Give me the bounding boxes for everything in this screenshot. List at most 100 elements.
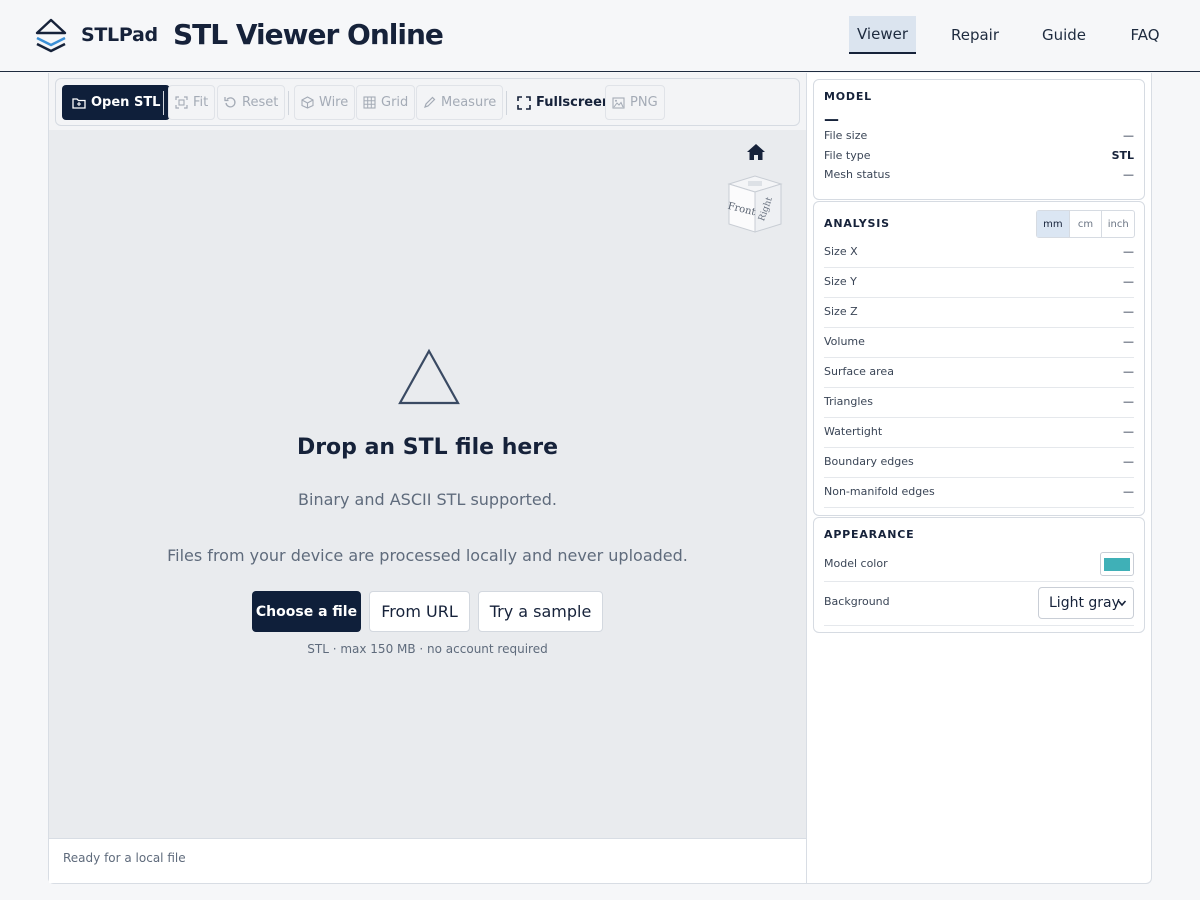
fit-button[interactable]: Fit [168, 85, 216, 120]
analysis-row: Non-manifold edges — [824, 485, 1134, 498]
try-sample-button[interactable]: Try a sample [478, 591, 603, 632]
background-select[interactable]: Light gray [1038, 587, 1134, 619]
drop-subtitle: Binary and ASCII STL supported. [298, 490, 557, 509]
page-title: STL Viewer Online [173, 18, 444, 51]
fullscreen-button[interactable]: Fullscreen [511, 85, 618, 120]
status-text: Ready for a local file [63, 851, 186, 865]
analysis-row-value: — [1123, 425, 1134, 438]
toolbar-divider [288, 91, 289, 115]
open-stl-button[interactable]: Open STL [62, 85, 171, 120]
open-stl-label: Open STL [91, 95, 161, 110]
file-type-label: File type [824, 149, 871, 162]
fullscreen-icon [517, 95, 531, 110]
analysis-row-value: — [1123, 305, 1134, 318]
toolbar-container: Open STL Fit Reset Wire Grid Measure Ful… [49, 73, 806, 130]
appearance-panel-title: APPEARANCE [824, 528, 915, 541]
model-color-picker[interactable] [1100, 552, 1134, 576]
analysis-row-value: — [1123, 335, 1134, 348]
mesh-status-label: Mesh status [824, 168, 891, 181]
analysis-panel-title: ANALYSIS [824, 217, 890, 230]
unit-cm-button[interactable]: cm [1070, 211, 1103, 237]
wire-button[interactable]: Wire [294, 85, 356, 120]
analysis-row-value: — [1123, 245, 1134, 258]
row-divider [824, 267, 1134, 268]
view-cube[interactable]: Front Right [724, 174, 786, 236]
analysis-row: Boundary edges — [824, 455, 1134, 468]
nav-faq[interactable]: FAQ [1120, 16, 1170, 54]
unit-inch-button[interactable]: inch [1102, 211, 1134, 237]
wire-label: Wire [319, 95, 349, 110]
privacy-note: Files from your device are processed loc… [167, 546, 688, 565]
analysis-row-value: — [1123, 365, 1134, 378]
analysis-row-label: Surface area [824, 365, 894, 378]
folder-icon [72, 97, 86, 109]
analysis-row-value: — [1123, 395, 1134, 408]
fit-label: Fit [193, 95, 209, 110]
nav-guide[interactable]: Guide [1034, 16, 1094, 54]
status-bar: Ready for a local file [49, 838, 806, 883]
row-divider [824, 447, 1134, 448]
toolbar-divider [163, 91, 164, 115]
row-divider [824, 357, 1134, 358]
row-divider [824, 625, 1134, 626]
row-divider [824, 327, 1134, 328]
analysis-panel: ANALYSIS mm cm inch Size X — Size Y — Size Z… [813, 201, 1145, 516]
appearance-panel: APPEARANCE Model color Background Light … [813, 517, 1145, 633]
analysis-row: Volume — [824, 335, 1134, 348]
model-color-swatch [1104, 557, 1130, 571]
drop-title: Drop an STL file here [296, 435, 559, 460]
grid-button[interactable]: Grid [356, 85, 416, 120]
3d-canvas[interactable]: Front Right Drop an STL file here Binary… [49, 130, 806, 838]
triangle-icon [398, 348, 460, 405]
analysis-row: Surface area — [824, 365, 1134, 378]
analysis-row-label: Size Z [824, 305, 858, 318]
analysis-row-label: Volume [824, 335, 865, 348]
analysis-row-label: Size Y [824, 275, 857, 288]
mesh-status-row: Mesh status — [824, 168, 1134, 181]
analysis-row-value: — [1123, 275, 1134, 288]
brand-name[interactable]: STLPad [81, 24, 158, 46]
analysis-row-label: Size X [824, 245, 858, 258]
nav-repair[interactable]: Repair [943, 16, 1007, 54]
png-label: PNG [630, 95, 658, 110]
analysis-row: Size Z — [824, 305, 1134, 318]
analysis-row: Triangles — [824, 395, 1134, 408]
stlpad-logo-icon[interactable] [34, 18, 68, 54]
row-divider [824, 507, 1134, 508]
cube-wire-icon [301, 96, 314, 109]
measure-button[interactable]: Measure [416, 85, 504, 120]
nav-viewer[interactable]: Viewer [849, 16, 916, 54]
chevron-down-icon [1117, 600, 1127, 607]
fullscreen-label: Fullscreen [536, 95, 612, 110]
reset-label: Reset [242, 95, 279, 110]
reset-button[interactable]: Reset [217, 85, 286, 120]
analysis-row-label: Non-manifold edges [824, 485, 935, 498]
model-name: — [824, 110, 839, 128]
pencil-icon [424, 96, 436, 108]
file-size-label: File size [824, 129, 868, 142]
toolbar-divider [506, 91, 507, 115]
file-size-value: — [1123, 129, 1134, 142]
grid-label: Grid [381, 95, 409, 110]
image-icon [612, 96, 625, 109]
file-limits-note: STL · max 150 MB · no account required [307, 642, 548, 656]
analysis-row-value: — [1123, 455, 1134, 468]
background-select-value: Light gray [1049, 595, 1120, 611]
model-color-row: Model color [824, 557, 1134, 570]
fit-icon [175, 96, 188, 109]
reset-icon [224, 97, 236, 108]
choose-file-button[interactable]: Choose a file [252, 591, 361, 632]
from-url-button[interactable]: From URL [369, 591, 470, 632]
measure-label: Measure [441, 95, 497, 110]
png-button[interactable]: PNG [605, 85, 665, 120]
analysis-row-label: Triangles [824, 395, 873, 408]
unit-toggle: mm cm inch [1036, 210, 1135, 238]
analysis-row-label: Boundary edges [824, 455, 914, 468]
model-panel: MODEL — File size — File type STL Mesh s… [813, 79, 1145, 200]
background-label: Background [824, 595, 890, 608]
home-icon[interactable] [746, 143, 766, 161]
file-type-value: STL [1111, 149, 1134, 162]
unit-mm-button[interactable]: mm [1037, 211, 1070, 237]
site-header: STLPad STL Viewer Online Viewer Repair G… [0, 0, 1200, 72]
file-size-row: File size — [824, 129, 1134, 142]
